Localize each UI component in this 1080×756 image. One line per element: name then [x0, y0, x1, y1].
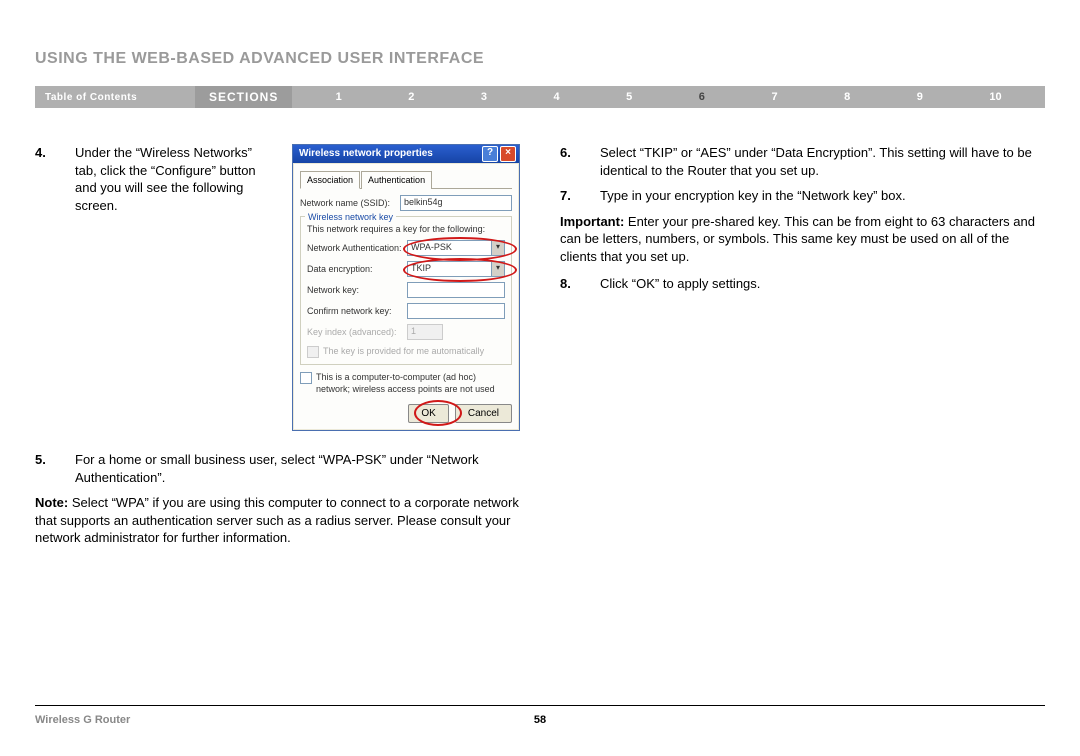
step-number: 8.	[560, 275, 600, 293]
tab-authentication[interactable]: Authentication	[361, 171, 432, 189]
wireless-properties-dialog: Wireless network properties ? × Associat…	[292, 144, 520, 431]
step-text: Select “TKIP” or “AES” under “Data Encry…	[600, 144, 1045, 179]
important-label: Important:	[560, 214, 624, 229]
step-number: 7.	[560, 187, 600, 205]
note-label: Note:	[35, 495, 68, 510]
step-number: 5.	[35, 451, 75, 486]
footer-page-number: 58	[534, 714, 546, 726]
ok-button[interactable]: OK	[408, 404, 448, 424]
step-text: Type in your encryption key in the “Netw…	[600, 187, 1045, 205]
ssid-label: Network name (SSID):	[300, 197, 400, 209]
important-text: Enter your pre-shared key. This can be f…	[560, 214, 1035, 264]
dialog-title: Wireless network properties	[299, 147, 433, 161]
nav-item-7[interactable]: 7	[771, 91, 777, 103]
step-text: Click “OK” to apply settings.	[600, 275, 1045, 293]
nav-item-9[interactable]: 9	[917, 91, 923, 103]
page-heading: USING THE WEB-BASED ADVANCED USER INTERF…	[35, 50, 1045, 68]
nav-item-3[interactable]: 3	[481, 91, 487, 103]
autokey-label: The key is provided for me automatically	[323, 345, 484, 357]
nav-item-8[interactable]: 8	[844, 91, 850, 103]
step-6: 6. Select “TKIP” or “AES” under “Data En…	[560, 144, 1045, 179]
netkey-label: Network key:	[307, 284, 407, 296]
nav-item-5[interactable]: 5	[626, 91, 632, 103]
nav-item-4[interactable]: 4	[554, 91, 560, 103]
wireless-key-group-title: Wireless network key	[305, 211, 396, 223]
nav-toc-label[interactable]: Table of Contents	[35, 92, 195, 103]
autokey-checkbox	[307, 346, 319, 358]
keyindex-label: Key index (advanced):	[307, 326, 407, 338]
important-block: Important: Enter your pre-shared key. Th…	[560, 213, 1045, 266]
ssid-input[interactable]: belkin54g	[400, 195, 512, 211]
wireless-key-desc: This network requires a key for the foll…	[307, 223, 505, 235]
help-icon[interactable]: ?	[482, 146, 498, 162]
tab-association[interactable]: Association	[300, 171, 360, 189]
step-text: For a home or small business user, selec…	[75, 451, 520, 486]
note-block: Note: Select “WPA” if you are using this…	[35, 494, 520, 547]
nav-item-2[interactable]: 2	[408, 91, 414, 103]
note-text: Select “WPA” if you are using this compu…	[35, 495, 519, 545]
nav-item-1[interactable]: 1	[336, 91, 342, 103]
step-7: 7. Type in your encryption key in the “N…	[560, 187, 1045, 205]
step-4: 4. Under the “Wireless Networks” tab, cl…	[35, 144, 272, 214]
section-nav: Table of Contents SECTIONS 1 2 3 4 5 6 7…	[35, 86, 1045, 108]
dataenc-label: Data encryption:	[307, 263, 407, 275]
netauth-value: WPA-PSK	[411, 242, 452, 252]
step-number: 4.	[35, 144, 75, 214]
footer-product: Wireless G Router	[35, 714, 130, 726]
step-5: 5. For a home or small business user, se…	[35, 451, 520, 486]
adhoc-checkbox[interactable]	[300, 372, 312, 384]
confirmkey-label: Confirm network key:	[307, 305, 407, 317]
dialog-titlebar: Wireless network properties ? ×	[293, 145, 519, 163]
dataenc-select[interactable]: TKIP ▾	[407, 261, 505, 277]
close-icon[interactable]: ×	[500, 146, 516, 162]
step-number: 6.	[560, 144, 600, 179]
keyindex-input: 1	[407, 324, 443, 340]
cancel-button[interactable]: Cancel	[455, 404, 512, 424]
confirmkey-input[interactable]	[407, 303, 505, 319]
netauth-select[interactable]: WPA-PSK ▾	[407, 240, 505, 256]
chevron-down-icon[interactable]: ▾	[491, 262, 504, 276]
dataenc-value: TKIP	[411, 263, 431, 273]
adhoc-label: This is a computer-to-computer (ad hoc) …	[316, 371, 512, 395]
netauth-label: Network Authentication:	[307, 242, 407, 254]
nav-item-10[interactable]: 10	[989, 91, 1001, 103]
nav-item-6[interactable]: 6	[699, 91, 705, 103]
nav-numbers: 1 2 3 4 5 6 7 8 9 10	[292, 91, 1045, 103]
netkey-input[interactable]	[407, 282, 505, 298]
page-footer: Wireless G Router 58	[35, 705, 1045, 726]
step-text: Under the “Wireless Networks” tab, click…	[75, 144, 272, 214]
step-8: 8. Click “OK” to apply settings.	[560, 275, 1045, 293]
chevron-down-icon[interactable]: ▾	[491, 241, 504, 255]
nav-sections-label: SECTIONS	[195, 86, 292, 108]
